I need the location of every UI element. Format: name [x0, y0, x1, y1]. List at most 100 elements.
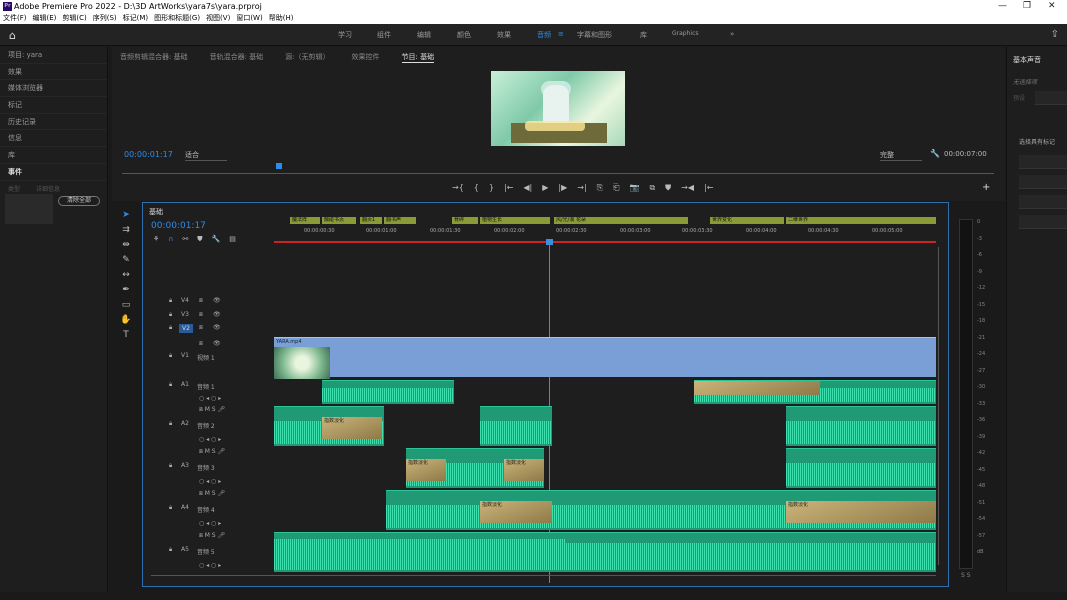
play-icon[interactable]: ▶ — [542, 183, 548, 193]
timeline-ruler[interactable]: 魔法阵 触碰书页 翻页1 翻书声 骨碎 植物生长 风/光/浪 花朵 世界变化 二… — [274, 217, 936, 583]
track-id[interactable]: V3 — [181, 311, 189, 318]
marker[interactable]: 世界变化 — [710, 217, 784, 224]
sync-icon[interactable]: ⧈ — [199, 311, 203, 319]
track-lane-a2[interactable]: 指数淡化 — [274, 406, 936, 446]
marker[interactable]: 翻页1 — [360, 217, 382, 224]
mute-solo-icons[interactable]: ⧈ M S 🎤︎ — [199, 532, 225, 540]
step-back-icon[interactable]: ◀| — [523, 183, 532, 193]
monitor-scrub-bar[interactable] — [122, 173, 994, 174]
volume-knob-icon[interactable]: ○ ◂ ○ ▸ — [199, 562, 221, 569]
track-name[interactable]: 音频 5 — [197, 547, 215, 556]
insert-icon[interactable]: →◀ — [681, 183, 694, 193]
rectangle-tool-icon[interactable]: ▭ — [122, 300, 131, 310]
volume-knob-icon[interactable]: ○ ◂ ○ ▸ — [199, 520, 221, 527]
panel-history[interactable]: 历史记录 — [0, 114, 107, 131]
fit-dropdown[interactable]: 适合 — [185, 150, 227, 161]
lock-icon[interactable]: 🔒︎ — [169, 420, 172, 428]
go-to-out-icon[interactable]: →| — [577, 183, 586, 193]
eye-icon[interactable]: 👁︎ — [213, 311, 221, 318]
audio-clip[interactable] — [480, 406, 552, 446]
overwrite-icon[interactable]: |← — [704, 183, 713, 193]
track-lane-a1[interactable] — [274, 380, 936, 404]
option-box[interactable] — [1019, 195, 1067, 209]
lock-icon[interactable]: 🔒︎ — [169, 297, 172, 305]
crossfade-transition[interactable]: 指数淡化 — [406, 459, 446, 481]
sync-icon[interactable]: ⧈ — [199, 340, 203, 348]
close-icon[interactable]: ✕ — [1048, 1, 1056, 11]
type-tool-icon[interactable]: T — [123, 330, 129, 340]
mark-in-icon[interactable]: →{ — [452, 183, 464, 193]
sync-icon[interactable]: ⧈ — [199, 297, 203, 305]
panel-events[interactable]: 事件 — [0, 164, 107, 181]
lock-icon[interactable]: 🔒︎ — [169, 462, 172, 470]
workspace-tab-learn[interactable]: 学习 — [338, 30, 352, 40]
volume-knob-icon[interactable]: ○ ◂ ○ ▸ — [199, 436, 221, 443]
mute-solo-icons[interactable]: ⧈ M S 🎤︎ — [199, 406, 225, 414]
workspace-tab-editing[interactable]: 编辑 — [417, 30, 431, 40]
lift-icon[interactable]: ⎘ — [597, 183, 603, 193]
video-clip[interactable]: YARA.mp4 — [274, 337, 936, 379]
lock-icon[interactable]: 🔒︎ — [169, 311, 172, 319]
track-lane-a3[interactable]: 指数淡化 指数淡化 — [274, 448, 936, 488]
track-name[interactable]: 音频 1 — [197, 382, 215, 391]
lock-icon[interactable]: 🔒︎ — [169, 381, 172, 389]
marker[interactable]: 触碰书页 — [322, 217, 356, 224]
crossfade-transition[interactable]: 指数淡化 — [480, 501, 552, 523]
tab-audio-track-mixer[interactable]: 音轨混合器: 基础 — [210, 52, 264, 63]
crossfade-transition[interactable] — [694, 381, 820, 395]
track-select-icon[interactable]: ⇉ — [122, 225, 130, 235]
eye-icon[interactable]: 👁︎ — [213, 340, 221, 347]
option-box[interactable] — [1019, 215, 1067, 229]
volume-knob-icon[interactable]: ○ ◂ ○ ▸ — [199, 395, 221, 402]
panel-libraries[interactable]: 库 — [0, 147, 107, 164]
nest-icon[interactable]: ⚘ — [153, 235, 159, 244]
menu-view[interactable]: 视图(V) — [206, 13, 230, 24]
menu-markers[interactable]: 标记(M) — [123, 13, 149, 24]
add-marker-icon[interactable]: ⛊ — [197, 235, 202, 244]
workspace-menu-icon[interactable]: ≡ — [558, 30, 564, 38]
lock-icon[interactable]: 🔒︎ — [169, 504, 172, 512]
menu-graphics[interactable]: 图形和标题(G) — [154, 13, 200, 24]
add-button-icon[interactable]: + — [982, 182, 990, 193]
tab-program[interactable]: 节目: 基础 — [401, 52, 435, 63]
snap-icon[interactable]: ∩ — [168, 235, 173, 244]
track-lane-v1[interactable]: YARA.mp4 — [274, 337, 936, 379]
track-id[interactable]: V4 — [181, 297, 189, 304]
crossfade-transition[interactable]: 指数淡化 — [504, 459, 544, 481]
linked-selection-icon[interactable]: ⚯ — [182, 235, 188, 244]
audio-clip[interactable] — [786, 448, 936, 488]
sequence-tab[interactable]: 基础 — [149, 207, 163, 217]
menu-help[interactable]: 帮助(H) — [269, 13, 294, 24]
track-id[interactable]: V2 — [179, 324, 193, 333]
track-id[interactable]: V1 — [181, 352, 189, 359]
eye-icon[interactable]: 👁︎ — [213, 324, 221, 331]
option-box[interactable] — [1019, 175, 1067, 189]
audio-clip[interactable] — [274, 532, 566, 572]
workspace-tab-libraries[interactable]: 库 — [640, 30, 647, 40]
panel-markers[interactable]: 标记 — [0, 97, 107, 114]
go-to-in-icon[interactable]: |← — [504, 183, 513, 193]
track-name[interactable]: 音频 2 — [197, 421, 215, 430]
audio-clip[interactable]: 指数淡化 — [274, 406, 384, 446]
comparison-view-icon[interactable]: ⧉ — [649, 183, 655, 193]
share-icon[interactable]: ⇪ — [1051, 29, 1059, 40]
audio-clip[interactable] — [694, 380, 936, 404]
timeline-settings-icon[interactable]: 🔧 — [212, 235, 221, 244]
marker-icon[interactable]: ⛊ — [665, 183, 671, 193]
marker[interactable]: 风/光/浪 花朵 — [554, 217, 688, 224]
tab-source[interactable]: 源:（无剪辑） — [285, 52, 329, 63]
lock-icon[interactable]: 🔒︎ — [169, 324, 172, 332]
set-out-icon[interactable]: } — [489, 183, 494, 193]
option-box[interactable] — [1019, 155, 1067, 169]
crossfade-transition[interactable]: 指数淡化 — [786, 501, 936, 523]
monitor-timecode[interactable]: 00:00:01:17 — [124, 150, 173, 159]
mute-solo-icons[interactable]: ⧈ M S 🎤︎ — [199, 490, 225, 498]
sync-icon[interactable]: ⧈ — [199, 324, 203, 332]
panel-media-browser[interactable]: 媒体浏览器 — [0, 80, 107, 98]
audio-clip[interactable]: 指数淡化 指数淡化 — [386, 490, 936, 530]
pen-tool-icon[interactable]: ✒ — [122, 285, 130, 295]
workspace-tab-audio[interactable]: 音频 — [537, 30, 551, 40]
monitor-playhead[interactable] — [276, 163, 282, 169]
workspace-tab-effects[interactable]: 效果 — [497, 30, 511, 40]
workspace-more-icon[interactable]: » — [730, 30, 734, 38]
